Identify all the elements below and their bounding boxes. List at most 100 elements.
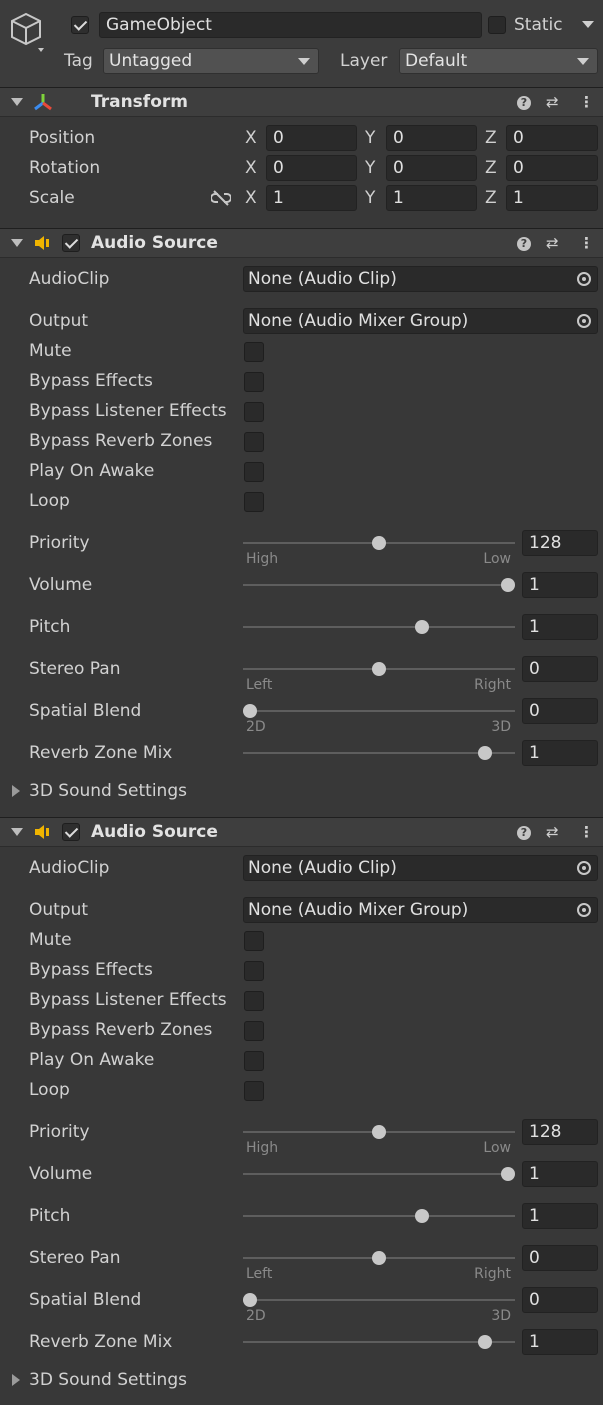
bypass-listener-effects-checkbox[interactable] (244, 991, 264, 1011)
audio-source-foldout-icon[interactable] (11, 828, 23, 836)
transform-foldout-icon[interactable] (11, 98, 23, 106)
volume-value-field[interactable]: 1 (522, 572, 598, 598)
transform-axis-y-label: Y (365, 128, 376, 148)
transform-rotation-y-field[interactable]: 0 (386, 155, 477, 181)
bypass-listener-effects-checkbox[interactable] (244, 402, 264, 422)
spatial-blend-slider-track[interactable] (243, 1299, 515, 1301)
priority-slider-handle[interactable] (372, 536, 386, 550)
audio-source-title: Audio Source (91, 233, 218, 253)
pitch-slider-track[interactable] (243, 626, 515, 628)
loop-checkbox[interactable] (244, 1081, 264, 1101)
bypass-effects-checkbox[interactable] (244, 372, 264, 392)
object-picker-icon[interactable] (577, 861, 591, 875)
pitch-slider-track[interactable] (243, 1215, 515, 1217)
play-on-awake-label: Play On Awake (29, 1050, 155, 1070)
audio-source-enabled-checkbox[interactable] (62, 823, 80, 841)
transform-scale-z-field[interactable]: 1 (506, 185, 598, 211)
help-icon[interactable]: ? (517, 96, 531, 110)
audioclip-object-field[interactable]: None (Audio Clip) (243, 855, 598, 881)
priority-value-field[interactable]: 128 (522, 1119, 598, 1145)
mute-checkbox[interactable] (244, 342, 264, 362)
sound-settings-foldout-icon[interactable] (12, 1374, 20, 1386)
help-icon[interactable]: ? (517, 237, 531, 251)
volume-label: Volume (29, 1164, 93, 1184)
transform-position-y-field[interactable]: 0 (386, 125, 477, 151)
output-object-field[interactable]: None (Audio Mixer Group) (243, 897, 598, 923)
object-picker-icon[interactable] (577, 272, 591, 286)
static-dropdown-arrow-icon[interactable] (582, 21, 594, 28)
volume-slider-track[interactable] (243, 584, 515, 586)
spatial-blend-value-field[interactable]: 0 (522, 698, 598, 724)
audioclip-object-field[interactable]: None (Audio Clip) (243, 266, 598, 292)
kebab-menu-icon[interactable]: ⋮ (579, 823, 594, 841)
reverb-zone-mix-slider-handle[interactable] (477, 1335, 492, 1349)
loop-checkbox[interactable] (244, 492, 264, 512)
spatial-blend-slider-handle[interactable] (243, 1293, 257, 1307)
audio-source-foldout-icon[interactable] (11, 239, 23, 247)
gameobject-name-field[interactable]: GameObject (99, 12, 482, 38)
reverb-zone-mix-slider-handle[interactable] (477, 746, 492, 760)
pitch-slider-handle[interactable] (415, 1209, 429, 1223)
static-checkbox[interactable] (488, 16, 506, 34)
stereo-pan-slider-handle[interactable] (372, 1251, 386, 1265)
tag-dropdown[interactable]: Untagged (103, 48, 319, 74)
object-picker-icon[interactable] (577, 314, 591, 328)
stereo-pan-slider-handle[interactable] (372, 662, 386, 676)
presets-icon[interactable]: ⇄ (546, 823, 559, 841)
pitch-value-field[interactable]: 1 (522, 1203, 598, 1229)
bypass-reverb-zones-label: Bypass Reverb Zones (29, 1020, 213, 1040)
play-on-awake-checkbox[interactable] (244, 1051, 264, 1071)
audio-source-enabled-checkbox[interactable] (62, 234, 80, 252)
presets-icon[interactable]: ⇄ (546, 93, 559, 111)
pitch-slider-handle[interactable] (415, 620, 429, 634)
bypass-reverb-zones-checkbox[interactable] (244, 432, 264, 452)
gameobject-header: GameObject Static Tag Untagged Layer Def… (0, 0, 603, 88)
layer-dropdown[interactable]: Default (399, 48, 598, 74)
transform-position-label: Position (29, 128, 96, 148)
gameobject-cube-icon[interactable] (10, 12, 44, 57)
volume-slider-track[interactable] (243, 1173, 515, 1175)
stereo-pan-value-field[interactable]: 0 (522, 656, 598, 682)
transform-scale-y-field[interactable]: 1 (386, 185, 477, 211)
stereo-pan-value-field[interactable]: 0 (522, 1245, 598, 1271)
priority-slider-handle[interactable] (372, 1125, 386, 1139)
volume-value-field[interactable]: 1 (522, 1161, 598, 1187)
bypass-reverb-zones-checkbox[interactable] (244, 1021, 264, 1041)
spatial-blend-slider-track[interactable] (243, 710, 515, 712)
kebab-menu-icon[interactable]: ⋮ (579, 93, 594, 111)
transform-rotation-z-field[interactable]: 0 (506, 155, 598, 181)
output-object-field[interactable]: None (Audio Mixer Group) (243, 308, 598, 334)
pitch-value-field[interactable]: 1 (522, 614, 598, 640)
reverb-zone-mix-value-field[interactable]: 1 (522, 1329, 598, 1355)
audioclip-value: None (Audio Clip) (248, 858, 397, 878)
kebab-menu-icon[interactable]: ⋮ (579, 234, 594, 252)
transform-rotation-x-field[interactable]: 0 (266, 155, 357, 181)
reverb-zone-mix-slider-track[interactable] (243, 1341, 515, 1343)
constrain-proportions-icon[interactable] (210, 189, 232, 212)
reverb-zone-mix-value-field[interactable]: 1 (522, 740, 598, 766)
presets-icon[interactable]: ⇄ (546, 234, 559, 252)
gameobject-active-checkbox[interactable] (71, 16, 89, 34)
volume-slider-handle[interactable] (501, 578, 515, 592)
spatial-blend-slider-handle[interactable] (243, 704, 257, 718)
audio-source-header[interactable]: Audio Source ? ⇄ ⋮ (0, 817, 603, 847)
speaker-icon (34, 824, 52, 845)
mute-checkbox[interactable] (244, 931, 264, 951)
help-icon[interactable]: ? (517, 826, 531, 840)
transform-position-z-field[interactable]: 0 (506, 125, 598, 151)
play-on-awake-checkbox[interactable] (244, 462, 264, 482)
sound-settings-label[interactable]: 3D Sound Settings (29, 781, 187, 801)
sound-settings-label[interactable]: 3D Sound Settings (29, 1370, 187, 1390)
transform-position-x-field[interactable]: 0 (266, 125, 357, 151)
priority-value-field[interactable]: 128 (522, 530, 598, 556)
transform-scale-x-field[interactable]: 1 (266, 185, 357, 211)
reverb-zone-mix-slider-track[interactable] (243, 752, 515, 754)
transform-header[interactable]: Transform ? ⇄ ⋮ (0, 87, 603, 117)
audio-source-header[interactable]: Audio Source ? ⇄ ⋮ (0, 228, 603, 258)
spatial-blend-value-field[interactable]: 0 (522, 1287, 598, 1313)
bypass-effects-checkbox[interactable] (244, 961, 264, 981)
object-picker-icon[interactable] (577, 903, 591, 917)
volume-slider-handle[interactable] (501, 1167, 515, 1181)
sound-settings-foldout-icon[interactable] (12, 785, 20, 797)
loop-label: Loop (29, 491, 70, 511)
